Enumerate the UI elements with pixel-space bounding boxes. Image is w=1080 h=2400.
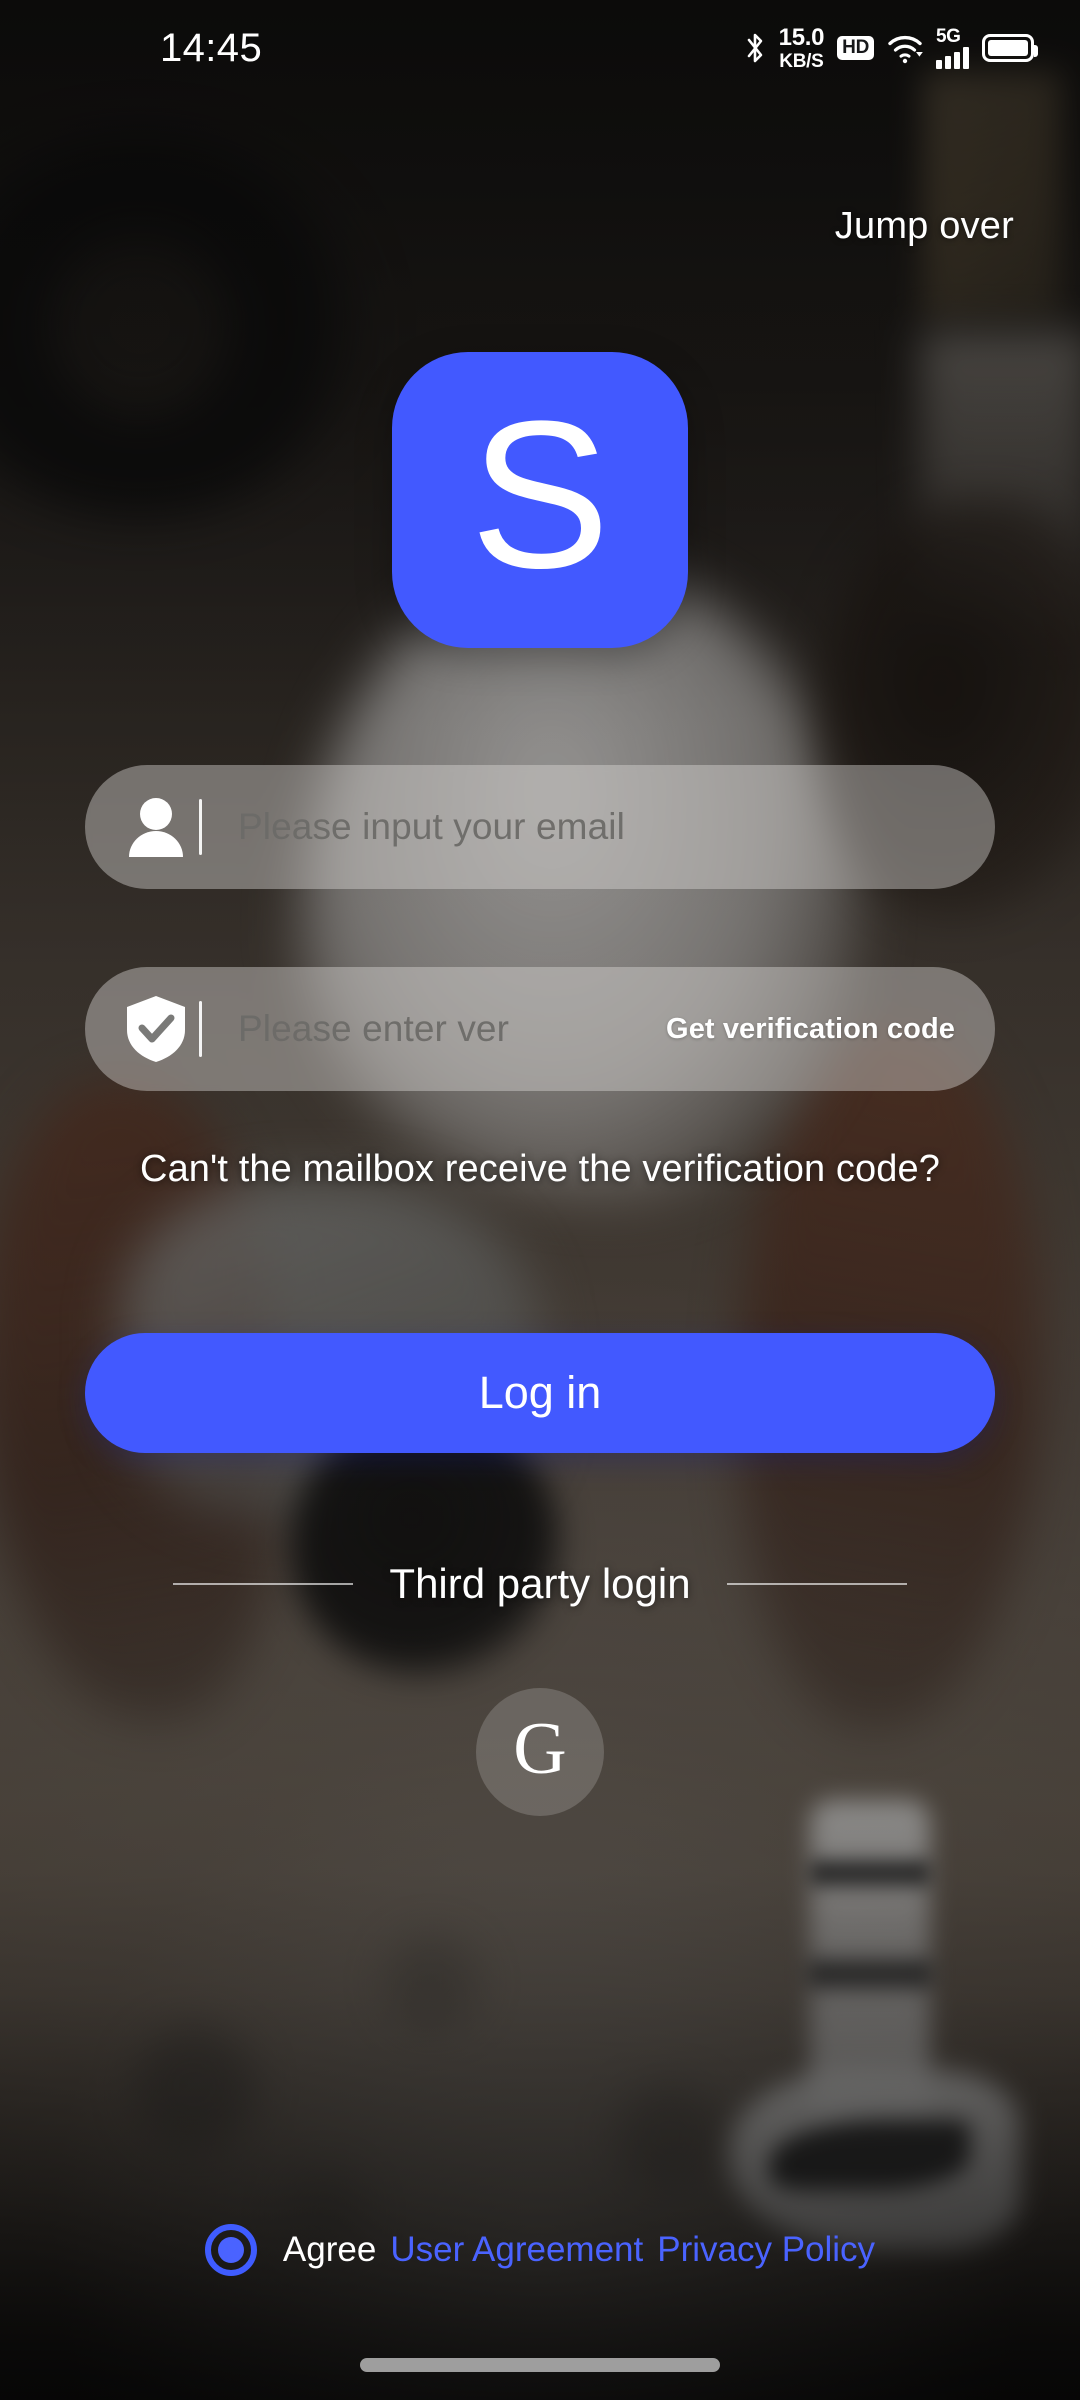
agreement-row: Agree User Agreement Privacy Policy (0, 2224, 1080, 2276)
status-icons: 15.0 KB/S HD 5G (744, 23, 1038, 72)
user-icon (113, 795, 199, 859)
get-verification-code-button[interactable]: Get verification code (666, 1013, 955, 1046)
wifi-icon (888, 35, 923, 64)
google-login-button[interactable]: G (476, 1688, 604, 1816)
login-button[interactable]: Log in (85, 1333, 995, 1453)
field-divider (199, 1001, 202, 1057)
login-screen: 14:45 15.0 KB/S HD 5G Jump over S Please… (0, 0, 1080, 2400)
divider-line-right (726, 1583, 907, 1585)
bluetooth-icon (747, 33, 762, 63)
app-logo-letter: S (469, 377, 611, 612)
privacy-policy-link[interactable]: Privacy Policy (657, 2230, 875, 2270)
google-icon: G (513, 1708, 567, 1790)
third-party-divider: Third party login (0, 1560, 1080, 1608)
app-logo: S (392, 352, 688, 648)
agree-label: Agree (282, 2230, 377, 2269)
shield-check-icon (113, 994, 199, 1064)
email-input[interactable]: Please input your email (238, 806, 995, 848)
user-agreement-link[interactable]: User Agreement (390, 2230, 643, 2270)
verification-code-field[interactable]: Please enter ver Get verification code (85, 967, 995, 1091)
verification-code-input[interactable]: Please enter ver (238, 1008, 666, 1050)
network-type-label: 5G (936, 26, 961, 47)
network-speed-unit: KB/S (779, 50, 824, 72)
mailbox-help-link[interactable]: Can't the mailbox receive the verificati… (0, 1148, 1080, 1191)
email-field[interactable]: Please input your email (85, 765, 995, 889)
skip-button[interactable]: Jump over (835, 205, 1014, 248)
hd-badge: HD (837, 36, 874, 60)
agree-radio-button[interactable] (204, 2224, 257, 2276)
divider-line-left (173, 1583, 354, 1585)
third-party-label: Third party login (389, 1560, 691, 1607)
status-bar: 14:45 15.0 KB/S HD 5G (0, 0, 1080, 96)
network-speed: 15.0 KB/S (778, 23, 825, 72)
battery-icon (982, 34, 1038, 62)
home-indicator[interactable] (360, 2358, 720, 2372)
signal-bars (936, 47, 969, 69)
cellular-signal: 5G (936, 27, 969, 69)
field-divider (199, 799, 202, 855)
network-speed-value: 15.0 (778, 23, 825, 51)
status-time: 14:45 (160, 25, 263, 70)
